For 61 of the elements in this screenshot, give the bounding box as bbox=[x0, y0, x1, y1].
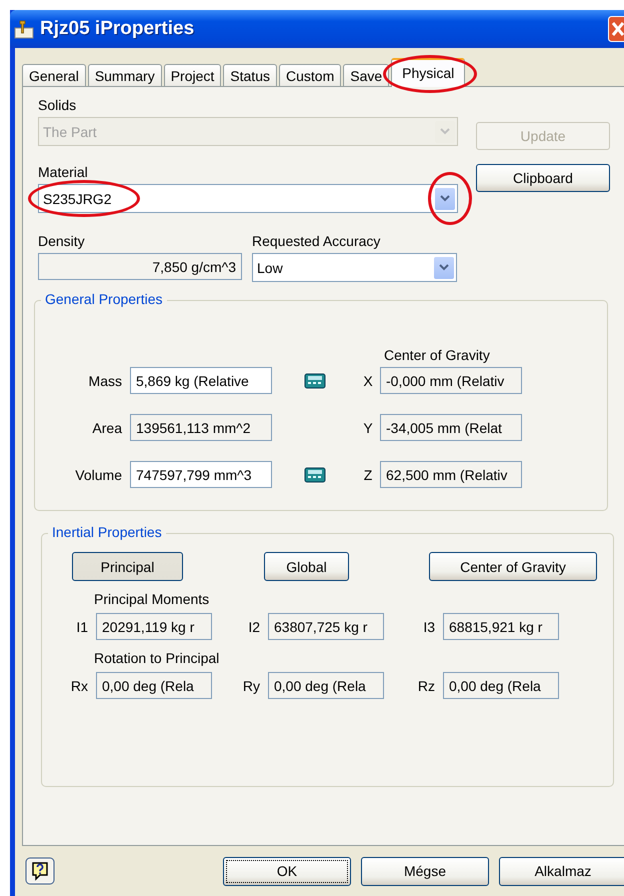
group-title: Inertial Properties bbox=[48, 524, 166, 540]
clipboard-button[interactable]: Clipboard bbox=[476, 164, 610, 192]
dropdown-arrow-button[interactable] bbox=[435, 188, 455, 210]
field-label: Ry bbox=[242, 678, 261, 694]
mode-button[interactable]: Center of Gravity bbox=[429, 552, 597, 581]
field-label: Material bbox=[38, 164, 88, 182]
tab[interactable]: Project bbox=[164, 64, 222, 86]
group-title: General Properties bbox=[41, 291, 167, 307]
dialog-button[interactable]: Alkalmaz bbox=[499, 856, 624, 886]
center-of-gravity-field[interactable]: -34,005 mm (Relat bbox=[380, 414, 522, 441]
dialog-button[interactable]: Mégse bbox=[361, 856, 489, 886]
field-label: I3 bbox=[422, 618, 436, 634]
tab[interactable]: Status bbox=[223, 64, 277, 86]
field-label: Area bbox=[91, 420, 123, 436]
axis-label: Y bbox=[362, 420, 374, 436]
chevron-down-icon bbox=[440, 128, 450, 135]
chevron-down-icon bbox=[439, 264, 449, 271]
window-title: Rjz05 iProperties bbox=[40, 18, 196, 40]
section-heading: Rotation to Principal bbox=[94, 650, 220, 666]
dialog-button[interactable]: OK bbox=[223, 856, 351, 886]
rotation-field[interactable]: 0,00 deg (Rela bbox=[443, 672, 559, 699]
moment-field[interactable]: 68815,921 kg r bbox=[443, 613, 559, 640]
dropdown-arrow-button[interactable] bbox=[434, 256, 454, 278]
field-label: Volume bbox=[74, 466, 123, 482]
chevron-down-icon bbox=[440, 195, 450, 202]
close-icon[interactable] bbox=[608, 16, 624, 42]
tab[interactable]: Summary bbox=[88, 64, 162, 86]
property-field[interactable]: 747597,799 mm^3 bbox=[130, 461, 272, 488]
field-label: Density bbox=[38, 233, 85, 251]
field-label: Rz bbox=[416, 678, 436, 694]
center-of-gravity-field[interactable]: -0,000 mm (Relativ bbox=[380, 367, 522, 394]
section-heading: Principal Moments bbox=[94, 591, 210, 607]
density-field[interactable]: 7,850 g/cm^3 bbox=[38, 253, 242, 280]
field-label: I1 bbox=[75, 618, 89, 634]
axis-label: X bbox=[362, 372, 374, 388]
rotation-field[interactable]: 0,00 deg (Rela bbox=[96, 672, 212, 699]
axis-label: Z bbox=[362, 466, 374, 482]
field-label: Mass bbox=[88, 372, 123, 388]
property-field[interactable]: 139561,113 mm^2 bbox=[130, 414, 272, 441]
calculator-icon[interactable] bbox=[304, 372, 326, 388]
calculator-icon[interactable] bbox=[304, 466, 326, 482]
moment-field[interactable]: 63807,725 kg r bbox=[268, 613, 384, 640]
column-heading: Center of Gravity bbox=[384, 347, 490, 363]
field-label: I2 bbox=[247, 618, 261, 634]
property-field[interactable]: 5,869 kg (Relative bbox=[130, 367, 272, 394]
mode-button[interactable]: Principal bbox=[72, 552, 183, 581]
material-dropdown[interactable]: S235JRG2 bbox=[38, 184, 458, 213]
tab[interactable]: Custom bbox=[279, 64, 342, 86]
help-icon[interactable] bbox=[25, 857, 55, 885]
field-label: Solids bbox=[38, 97, 76, 115]
mode-button[interactable]: Global bbox=[264, 552, 349, 581]
accuracy-dropdown[interactable]: Low bbox=[252, 253, 457, 282]
rotation-field[interactable]: 0,00 deg (Rela bbox=[268, 672, 384, 699]
tab[interactable]: General bbox=[22, 64, 86, 86]
tab[interactable]: Physical bbox=[391, 58, 466, 87]
app-icon bbox=[14, 19, 34, 39]
tab[interactable]: Save bbox=[343, 64, 390, 86]
moment-field[interactable]: 20291,119 kg r bbox=[96, 613, 212, 640]
field-label: Requested Accuracy bbox=[252, 233, 380, 251]
center-of-gravity-field[interactable]: 62,500 mm (Relativ bbox=[380, 461, 522, 488]
field-label: Rx bbox=[70, 678, 89, 694]
